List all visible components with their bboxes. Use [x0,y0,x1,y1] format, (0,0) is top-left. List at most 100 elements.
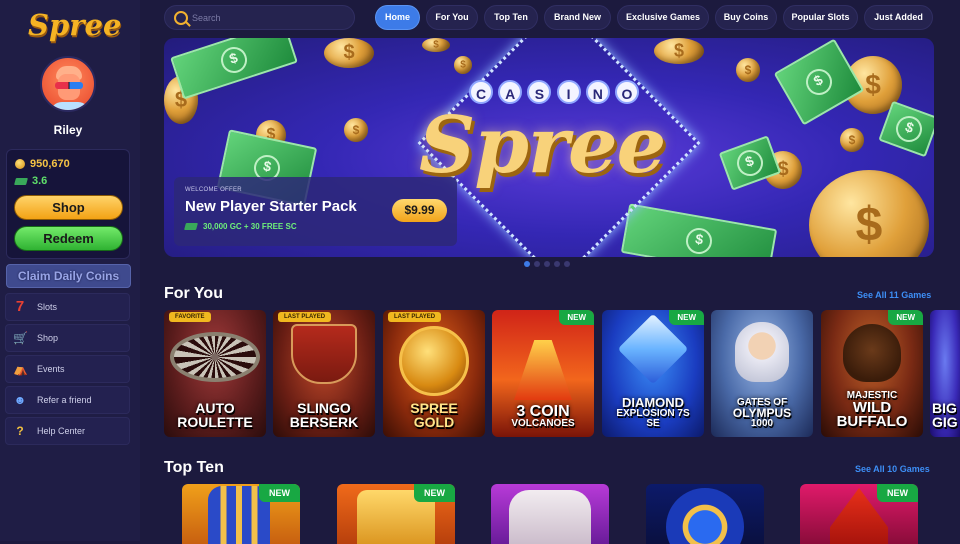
game-title: BIG GIG [932,401,960,429]
see-all-for-you-link[interactable]: See All 11 Games [857,290,931,300]
carousel-dot[interactable] [534,261,540,267]
carousel-dot[interactable] [524,261,530,267]
cash-decoration [170,38,298,100]
offer-subtitle-text: 30,000 GC + 30 FREE SC [203,222,297,231]
zeus-art [735,322,789,382]
game-badge: NEW [414,484,455,502]
offer-subtitle: 30,000 GC + 30 FREE SC [184,222,297,231]
carousel-dots [524,261,570,267]
sidebar: Spree Riley 950,670 3.6 Shop Redeem Clai… [0,0,140,541]
wallet-panel: 950,670 3.6 Shop Redeem [6,149,130,259]
tab-just-added[interactable]: Just Added [864,5,933,30]
game-card-auto-roulette[interactable]: FAVORITE AUTO ROULETTE [164,310,266,437]
game-title-line: GOLD [413,414,455,430]
search-box[interactable] [164,5,355,30]
coin-decoration [324,38,374,68]
gold-coin-icon [15,159,25,169]
top-ten-card[interactable] [491,484,609,544]
tab-popular-slots[interactable]: Popular Slots [783,5,858,30]
avatar-glasses [55,82,83,89]
cash-decoration [620,203,778,257]
see-all-top-ten-link[interactable]: See All 10 Games [855,464,930,474]
unicorn-art [509,490,591,544]
tab-home[interactable]: Home [375,5,420,30]
roulette-wheel-art [170,332,260,382]
banner-brand-word: Spree [419,100,666,191]
game-card-big-gig[interactable]: BIG GIG [930,310,960,437]
game-title: SPREE GOLD [383,401,485,429]
sweeps-coin-value: 3.6 [32,175,48,187]
game-title-line: VOLCANOES [511,418,575,429]
sidebar-item-shop[interactable]: 🛒 Shop [5,324,130,352]
tab-top-ten[interactable]: Top Ten [484,5,538,30]
help-icon: ? [16,424,24,438]
game-badge: NEW [559,310,594,325]
sidebar-item-refer-a-friend[interactable]: ☻ Refer a friend [5,386,130,414]
game-card-gates-of-olympus-1000[interactable]: GATES OF OLYMPUS 1000 [711,310,813,437]
welcome-offer-card[interactable]: WELCOME OFFER New Player Starter Pack 30… [174,177,457,246]
spree-logo[interactable]: Spree [28,8,121,42]
coin-decoration [654,38,704,64]
gold-coin-balance: 950,670 [15,158,70,170]
game-badge: NEW [259,484,300,502]
top-ten-card[interactable]: NEW [337,484,455,544]
game-badge: NEW [888,310,923,325]
top-ten-card[interactable]: NEW [800,484,918,544]
game-badge: LAST PLAYED [388,312,442,322]
sidebar-item-slots[interactable]: 7 Slots [5,293,130,321]
game-title: GATES OF OLYMPUS 1000 [711,398,813,429]
game-title: AUTO ROULETTE [164,401,266,429]
coin-decoration [422,38,450,52]
offer-title: New Player Starter Pack [185,198,357,215]
sidebar-item-label: Help Center [37,426,86,436]
carousel-dot[interactable] [564,261,570,267]
sidebar-item-label: Refer a friend [37,395,92,405]
redeem-button[interactable]: Redeem [14,226,123,251]
coin-decoration [454,56,472,74]
sidebar-item-help-center[interactable]: ? Help Center [5,417,130,445]
tab-brand-new[interactable]: Brand New [544,5,611,30]
game-title-line: SE [646,418,660,429]
claim-daily-coins-button[interactable]: Claim Daily Coins [6,264,131,288]
game-card-spree-gold[interactable]: LAST PLAYED SPREE GOLD [383,310,485,437]
cash-decoration [773,38,865,126]
avatar[interactable] [40,56,96,112]
carousel-dot[interactable] [554,261,560,267]
game-card-3-coin-volcanoes[interactable]: NEW 3 COIN VOLCANOES [492,310,594,437]
game-title: MAJESTIC WILD BUFFALO [821,391,923,430]
offer-price-button[interactable]: $9.99 [392,199,447,222]
tab-exclusive-games[interactable]: Exclusive Games [617,5,709,30]
hero-banner[interactable]: C A S I N O Spree WELCOME OFFER New Play… [164,38,934,257]
top-bar: Home For You Top Ten Brand New Exclusive… [140,0,960,38]
game-title-line: 1000 [750,418,774,429]
coin-decoration [736,58,760,82]
username: Riley [53,123,83,137]
game-title-line: BUFFALO [836,413,908,430]
buffalo-art [843,324,901,382]
search-input[interactable] [192,12,342,23]
tab-for-you[interactable]: For You [426,5,478,30]
game-card-majestic-wild-buffalo[interactable]: NEW MAJESTIC WILD BUFFALO [821,310,923,437]
gold-coin-value: 950,670 [30,158,70,170]
tab-buy-coins[interactable]: Buy Coins [715,5,777,30]
lightning-coin-art [666,488,744,544]
sidebar-item-label: Slots [37,302,58,312]
top-ten-card[interactable]: NEW [182,484,300,544]
shop-button[interactable]: Shop [14,195,123,220]
game-card-diamond-explosion-7s-se[interactable]: NEW DIAMOND EXPLOSION 7S SE [602,310,704,437]
carousel-dot[interactable] [544,261,550,267]
viking-ship-art [291,324,357,384]
gold-coin-art [399,326,469,396]
sidebar-item-events[interactable]: ⛺ Events [5,355,130,383]
coin-decoration [344,118,368,142]
coin-decoration [809,170,929,257]
game-card-slingo-berserk[interactable]: LAST PLAYED SLINGO BERSERK [273,310,375,437]
sweeps-cash-icon [184,223,198,230]
search-icon [174,10,188,25]
offer-kicker: WELCOME OFFER [185,187,242,193]
coin-decoration [840,128,864,152]
section-title-for-you: For You [164,285,223,302]
top-ten-card[interactable] [646,484,764,544]
cart-icon: 🛒 [13,331,28,345]
sweeps-coin-balance: 3.6 [14,175,48,187]
